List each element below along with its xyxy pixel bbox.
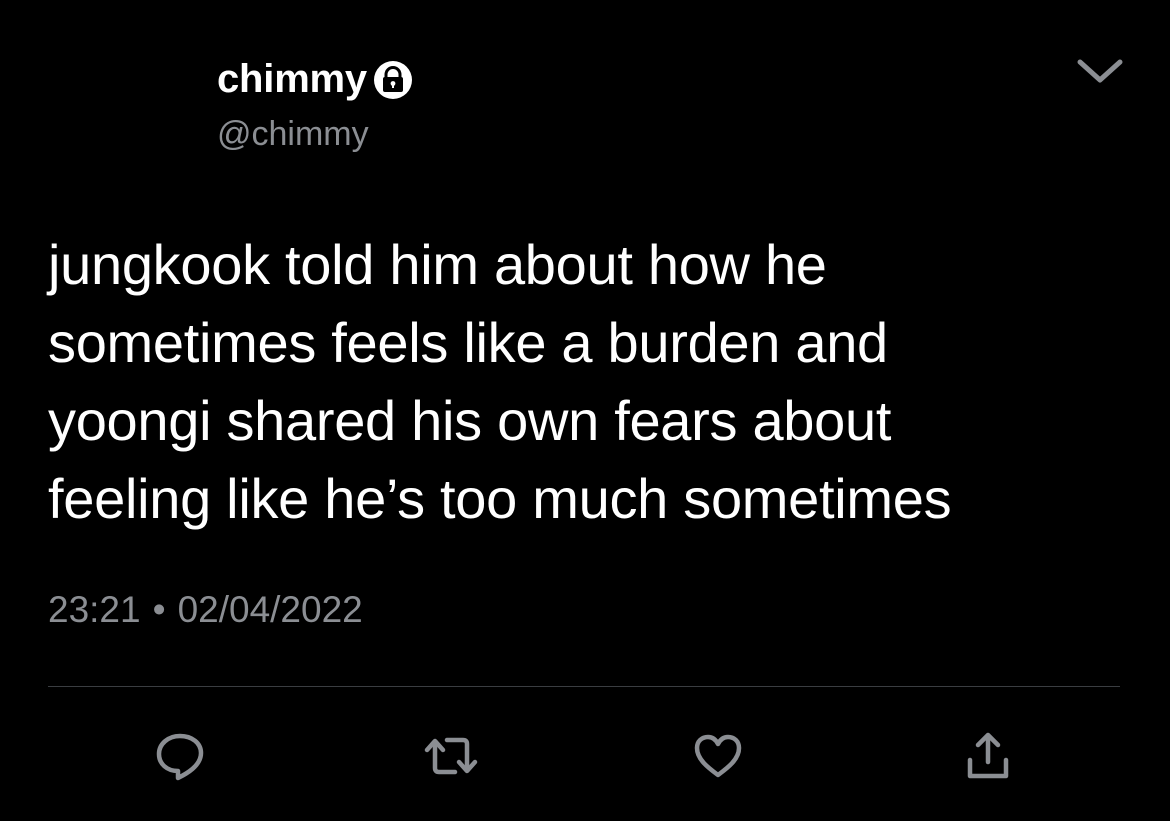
tweet-timestamp[interactable]: 23:21 • 02/04/2022 — [48, 586, 363, 634]
separator-dot: • — [152, 589, 166, 630]
tweet-card: chimmy @chimmy jungkook told him about h… — [0, 0, 1170, 821]
display-name[interactable]: chimmy — [217, 56, 367, 102]
chevron-down-icon[interactable] — [1076, 56, 1124, 86]
tweet-text: jungkook told him about how he sometimes… — [48, 233, 952, 530]
share-button[interactable] — [956, 724, 1020, 788]
retweet-icon — [421, 728, 481, 784]
like-button[interactable] — [686, 724, 750, 788]
action-bar — [0, 724, 1170, 788]
tweet-time: 23:21 — [48, 589, 141, 630]
like-icon — [690, 728, 746, 784]
share-icon — [960, 728, 1016, 784]
reply-icon — [152, 728, 208, 784]
lock-icon — [373, 60, 413, 100]
user-handle[interactable]: @chimmy — [217, 114, 369, 154]
tweet-date: 02/04/2022 — [177, 589, 363, 630]
divider — [48, 686, 1120, 687]
retweet-button[interactable] — [419, 724, 483, 788]
author-row: chimmy — [217, 56, 413, 102]
reply-button[interactable] — [148, 724, 212, 788]
